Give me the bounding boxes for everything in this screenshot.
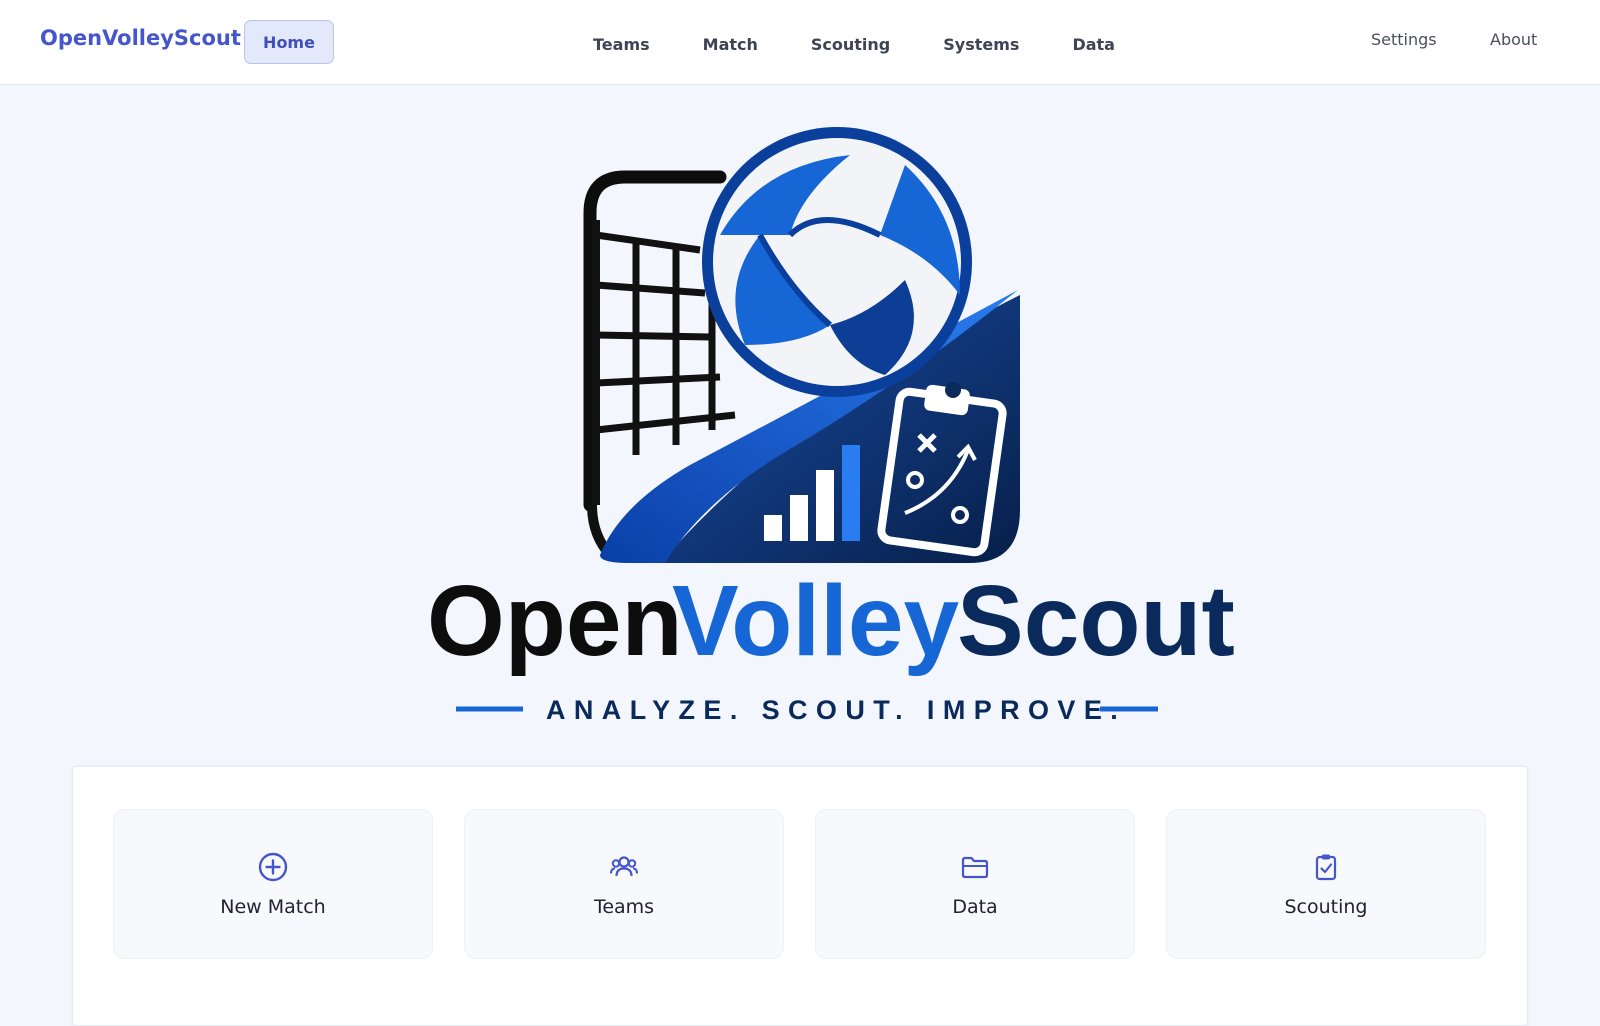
data-card[interactable]: Data	[815, 809, 1135, 959]
nav-link-data[interactable]: Data	[1072, 35, 1115, 54]
nav-link-teams[interactable]: Teams	[593, 35, 650, 54]
main-nav: Teams Match Scouting Systems Data	[593, 30, 1115, 58]
nav-link-settings[interactable]: Settings	[1371, 30, 1437, 58]
logo-tagline: ANALYZE. SCOUT. IMPROVE.	[546, 695, 1126, 725]
logo-graphic: Open Volley Scout ANALYZE. SCOUT. IMPROV…	[427, 127, 1235, 725]
brand-link[interactable]: OpenVolleyScout	[40, 26, 241, 50]
volleyball-icon	[702, 127, 972, 397]
plus-circle-icon	[258, 852, 288, 882]
folder-icon	[961, 856, 989, 879]
nav-home-button[interactable]: Home	[244, 20, 334, 64]
new-match-card[interactable]: New Match	[113, 809, 433, 959]
nav-link-match[interactable]: Match	[703, 35, 758, 54]
hero-logo: Open Volley Scout ANALYZE. SCOUT. IMPROV…	[0, 85, 1600, 745]
users-icon	[610, 856, 638, 877]
data-card-label: Data	[952, 896, 998, 918]
teams-card[interactable]: Teams	[464, 809, 784, 959]
logo-word-volley: Volley	[672, 565, 960, 677]
nav-link-about[interactable]: About	[1490, 30, 1537, 58]
scouting-card-label: Scouting	[1284, 896, 1368, 918]
clipboard-check-icon	[1315, 854, 1337, 881]
logo-word-scout: Scout	[957, 565, 1235, 677]
scouting-card[interactable]: Scouting	[1166, 809, 1486, 959]
quick-actions-panel: New Match Teams Data Scouting	[72, 766, 1528, 1026]
top-navigation-bar: OpenVolleyScout Home Teams Match Scoutin…	[0, 0, 1600, 85]
new-match-card-label: New Match	[220, 896, 326, 918]
nav-link-systems[interactable]: Systems	[943, 35, 1019, 54]
teams-card-label: Teams	[593, 896, 655, 918]
nav-link-scouting[interactable]: Scouting	[811, 35, 890, 54]
logo-word-open: Open	[427, 565, 683, 677]
